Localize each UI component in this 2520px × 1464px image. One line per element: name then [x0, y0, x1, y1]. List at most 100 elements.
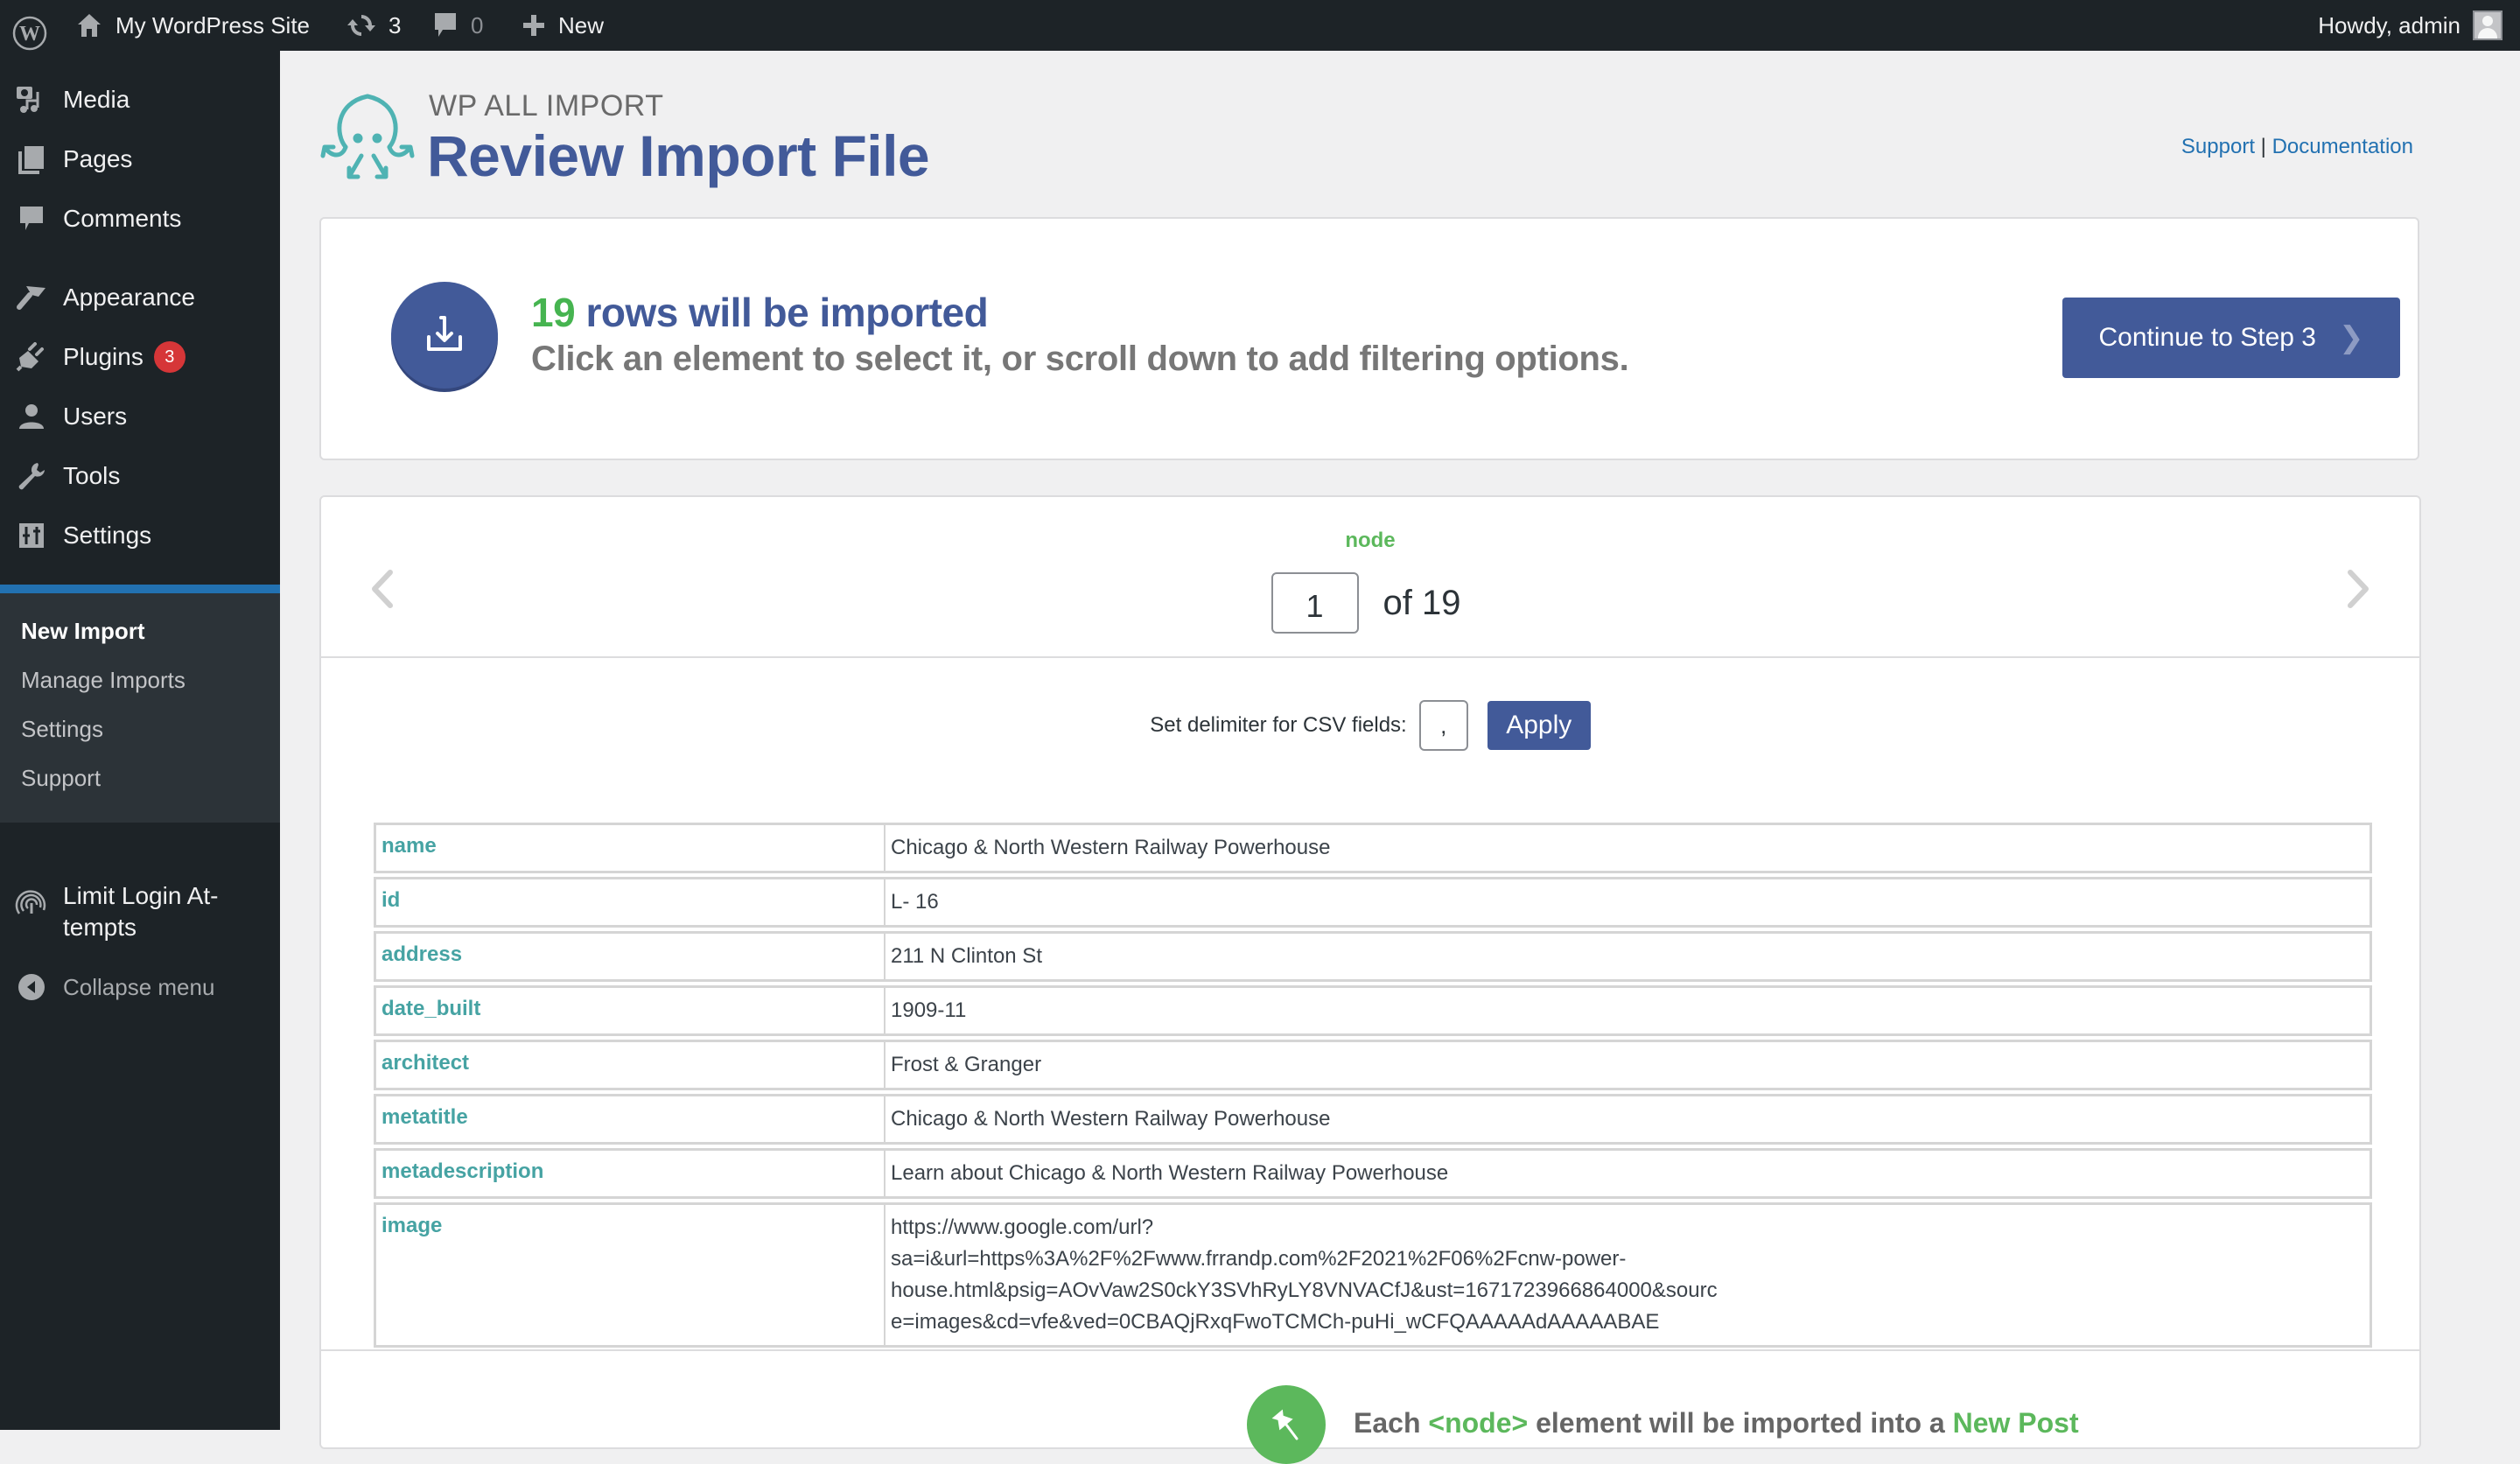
note-middle: element will be imported into a: [1536, 1407, 1945, 1439]
image-url-line: https://www.google.com/url?: [891, 1215, 1154, 1239]
node-element-label: node: [1345, 529, 1396, 552]
support-link[interactable]: Support: [2181, 135, 2255, 158]
appearance-icon: [14, 280, 49, 315]
sidebar-item-settings[interactable]: Settings: [0, 506, 280, 565]
sidebar-item-tools[interactable]: Tools: [0, 446, 280, 506]
table-row[interactable]: image https://www.google.com/url? sa=i&u…: [374, 1202, 2372, 1348]
documentation-link[interactable]: Documentation: [2272, 135, 2413, 158]
sidebar-item-label: Pages: [63, 145, 133, 172]
sidebar-item-users[interactable]: Users: [0, 387, 280, 446]
admin-bar: W My WordPress Site 3 0 New Howdy, admin: [0, 0, 2520, 51]
field-value[interactable]: 211 N Clinton St: [886, 934, 2370, 979]
continue-button-label: Continue to Step 3: [2098, 323, 2316, 352]
comment-bubble-icon: [432, 11, 458, 40]
table-row[interactable]: metadescription Learn about Chicago & No…: [374, 1148, 2372, 1199]
sidebar-item-plugins[interactable]: Plugins 3: [0, 327, 280, 387]
fingerprint-icon: [14, 886, 49, 921]
chevron-right-icon: ❯: [2339, 321, 2364, 354]
collapse-menu-button[interactable]: Collapse menu: [0, 957, 280, 1017]
record-fields-table: name Chicago & North Western Railway Pow…: [374, 823, 2372, 1351]
submenu-settings[interactable]: Settings: [21, 716, 103, 743]
admin-sidebar: Media Pages Comments Appearance Plugins …: [0, 51, 280, 1430]
sidebar-item-appearance[interactable]: Appearance: [0, 268, 280, 327]
delimiter-input[interactable]: [1418, 700, 1468, 751]
field-value[interactable]: Learn about Chicago & North Western Rail…: [886, 1151, 2370, 1196]
updates-link[interactable]: 3: [346, 0, 401, 51]
field-key[interactable]: date_built: [376, 988, 886, 1033]
sidebar-item-label: Users: [63, 403, 128, 430]
table-row[interactable]: name Chicago & North Western Railway Pow…: [374, 823, 2372, 873]
apply-delimiter-button[interactable]: Apply: [1487, 701, 1591, 750]
my-account-link[interactable]: Howdy, admin: [2318, 0, 2502, 51]
sidebar-item-label: Comments: [63, 205, 182, 232]
sidebar-item-label: Plugins: [63, 343, 144, 370]
plugins-icon: [14, 340, 49, 375]
plus-icon: [522, 13, 546, 38]
rows-text: rows will be imported: [585, 290, 989, 335]
main-content: WP ALL IMPORT Review Import File Support…: [280, 51, 2520, 1464]
import-target-note: Each <node> element will be imported int…: [1354, 1407, 2079, 1439]
plugin-brand-name: WP ALL IMPORT: [429, 89, 664, 123]
pushpin-icon: [1247, 1385, 1326, 1464]
all-import-submenu: New Import Manage Imports Settings Suppo…: [0, 593, 280, 823]
field-value[interactable]: Chicago & North Western Railway Powerhou…: [886, 1096, 2370, 1142]
field-value[interactable]: Chicago & North Western Railway Powerhou…: [886, 825, 2370, 871]
site-name-link[interactable]: My WordPress Site: [75, 0, 310, 51]
record-total: of 19: [1382, 583, 1461, 622]
field-key[interactable]: metatitle: [376, 1096, 886, 1142]
table-row[interactable]: id L- 16: [374, 877, 2372, 928]
home-icon: [75, 11, 103, 39]
sidebar-item-pages[interactable]: Pages: [0, 130, 280, 189]
table-row[interactable]: date_built 1909-11: [374, 985, 2372, 1036]
table-row[interactable]: architect Frost & Granger: [374, 1040, 2372, 1090]
import-summary-panel: 19 rows will be imported Click an elemen…: [319, 217, 2419, 460]
sidebar-item-limit-login-attempts[interactable]: Limit Login At- tempts: [0, 870, 280, 957]
field-value[interactable]: 1909-11: [886, 988, 2370, 1033]
tools-icon: [14, 459, 49, 494]
field-value[interactable]: L- 16: [886, 879, 2370, 925]
submenu-new-import[interactable]: New Import: [21, 618, 145, 645]
post-type-target[interactable]: New Post: [1953, 1407, 2079, 1439]
chevron-right-icon: [2348, 570, 2369, 608]
delimiter-label: Set delimiter for CSV fields:: [1150, 713, 1407, 737]
settings-icon: [14, 518, 49, 553]
howdy-text: Howdy, admin: [2318, 11, 2460, 39]
instruction-text: Click an element to select it, or scroll…: [531, 340, 1629, 378]
avatar: [2473, 11, 2502, 40]
collapse-menu-label: Collapse menu: [63, 973, 215, 1000]
help-links: Support | Documentation: [2181, 135, 2413, 159]
field-key[interactable]: architect: [376, 1042, 886, 1088]
field-key[interactable]: metadescription: [376, 1151, 886, 1196]
record-pager: of 19: [321, 572, 2419, 634]
new-content-link[interactable]: New: [522, 0, 604, 51]
continue-to-step-3-button[interactable]: Continue to Step 3 ❯: [2062, 298, 2400, 378]
svg-text:W: W: [19, 23, 40, 46]
pages-icon: [14, 142, 49, 177]
table-row[interactable]: address 211 N Clinton St: [374, 931, 2372, 982]
submenu-support[interactable]: Support: [21, 765, 101, 792]
record-preview-panel: node of 19 Set delimiter for CSV fields:…: [319, 495, 2421, 1464]
image-url-line: e=images&cd=vfe&ved=0CBAQjRxqFwoTCMCh-pu…: [891, 1310, 1660, 1334]
field-value[interactable]: Frost & Granger: [886, 1042, 2370, 1088]
field-key[interactable]: id: [376, 879, 886, 925]
section-divider: [321, 656, 2419, 658]
plugins-update-badge: 3: [153, 341, 186, 373]
field-value[interactable]: https://www.google.com/url? sa=i&url=htt…: [886, 1205, 2370, 1345]
comments-link[interactable]: 0: [432, 0, 483, 51]
wp-all-import-octopus-logo-icon: [319, 86, 416, 187]
next-record-button[interactable]: [2341, 558, 2376, 620]
table-row[interactable]: metatitle Chicago & North Western Railwa…: [374, 1094, 2372, 1145]
submenu-manage-imports[interactable]: Manage Imports: [21, 667, 186, 694]
section-divider: [321, 1349, 2419, 1351]
sidebar-item-media[interactable]: Media: [0, 70, 280, 130]
new-label: New: [558, 11, 605, 39]
node-tag: <node>: [1428, 1407, 1529, 1439]
field-key[interactable]: address: [376, 934, 886, 979]
image-url-line: sa=i&url=https%3A%2F%2Fwww.frrandp.com%2…: [891, 1247, 1627, 1271]
sidebar-item-label: Limit Login At- tempts: [63, 882, 219, 941]
sidebar-item-comments[interactable]: Comments: [0, 189, 280, 249]
field-key[interactable]: image: [376, 1205, 886, 1345]
record-number-input[interactable]: [1270, 572, 1359, 634]
field-key[interactable]: name: [376, 825, 886, 871]
link-separator: |: [2260, 135, 2266, 158]
